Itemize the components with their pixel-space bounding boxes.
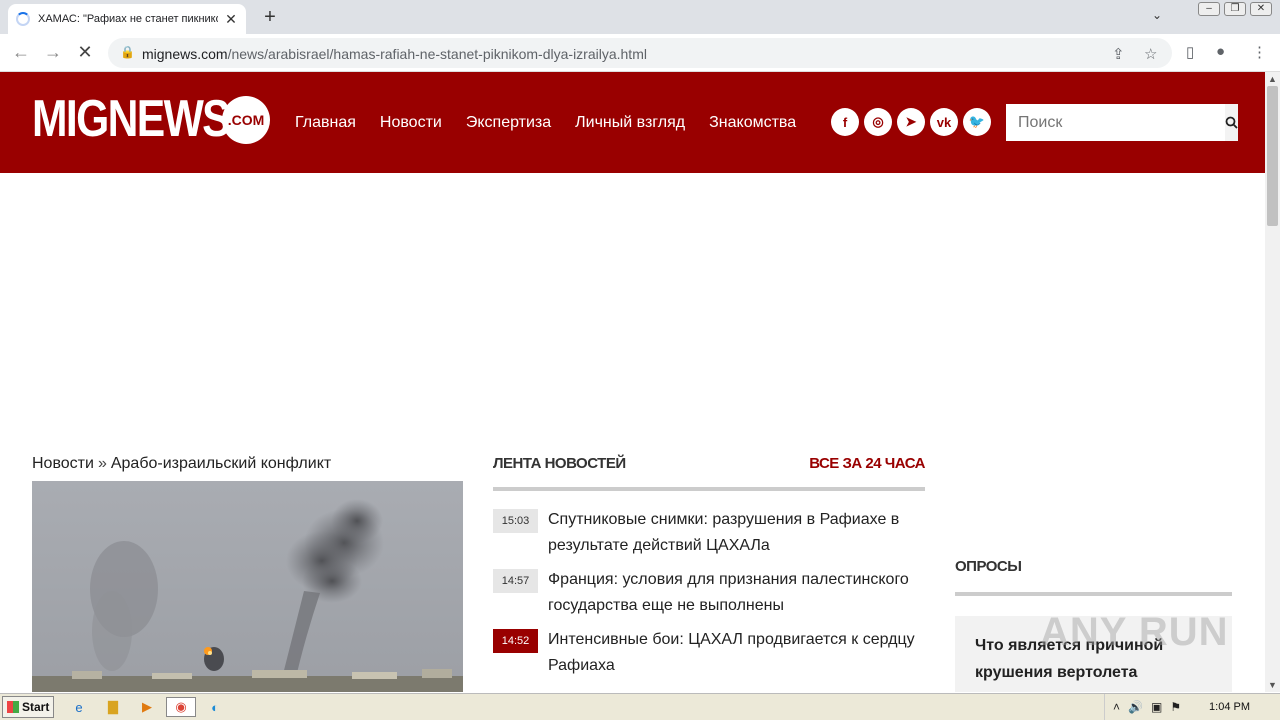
browser-toolbar: ← → ✕ 🔒 mignews.com/news/arabisrael/hama… xyxy=(0,34,1280,72)
url-text[interactable]: mignews.com/news/arabisrael/hamas-rafiah… xyxy=(142,46,647,62)
system-tray: ˄ 🔊 ▣ ⚑ xyxy=(1104,694,1280,720)
minimize-button[interactable]: – xyxy=(1198,2,1220,16)
scroll-down-arrow-icon[interactable]: ▼ xyxy=(1268,680,1277,690)
scrollbar-thumb[interactable] xyxy=(1267,86,1278,226)
ie-icon[interactable]: e xyxy=(68,697,90,717)
network-icon[interactable]: ▣ xyxy=(1151,700,1162,714)
side-panel-icon[interactable]: ▯ xyxy=(1186,43,1194,61)
menu-item-dating[interactable]: Знакомства xyxy=(709,114,796,132)
forward-arrow-icon[interactable]: → xyxy=(42,42,64,63)
close-tab-icon[interactable]: ✕ xyxy=(224,11,238,28)
page-scrollbar[interactable]: ▲ ▼ xyxy=(1265,72,1280,692)
polls-header: ОПРОСЫ xyxy=(955,558,1232,596)
menu-item-expertise[interactable]: Экспертиза xyxy=(466,114,551,132)
url-path: /news/arabisrael/hamas-rafiah-ne-stanet-… xyxy=(227,46,647,62)
tab-search-chevron-icon[interactable]: ⌄ xyxy=(1152,8,1162,22)
share-icon[interactable]: ⇪ xyxy=(1112,45,1125,63)
media-player-icon[interactable]: ▶ xyxy=(136,697,158,717)
restore-button[interactable]: ❐ xyxy=(1224,2,1246,16)
clock[interactable]: 1:04 PM xyxy=(1209,701,1250,713)
breadcrumb-news[interactable]: Новости xyxy=(32,455,94,472)
browser-tabstrip: ХАМАС: "Рафиах не станет пикникомдля Изр… xyxy=(0,0,1280,34)
menu-item-opinion[interactable]: Личный взгляд xyxy=(575,114,685,132)
close-window-button[interactable]: ✕ xyxy=(1250,2,1272,16)
feed-item-time: 14:57 xyxy=(493,569,538,593)
feed-item-headline[interactable]: Спутниковые снимки: разрушения в Рафиахе… xyxy=(548,507,923,559)
tab-title: ХАМАС: "Рафиах не станет пикникомдля Изр… xyxy=(38,13,218,25)
tray-expand-icon[interactable]: ˄ xyxy=(1113,700,1120,714)
folder-icon[interactable]: ▇ xyxy=(102,697,124,717)
site-logo[interactable]: MIGNEWS .COM xyxy=(32,90,272,148)
os-taskbar: Start e ▇ ▶ ◉ ◐ ˄ 🔊 ▣ ⚑ 1:04 PM xyxy=(0,693,1280,720)
site-header: MIGNEWS .COM Главная Новости Экспертиза … xyxy=(0,72,1265,173)
news-feed-title: ЛЕНТА НОВОСТЕЙ xyxy=(493,455,626,472)
vk-icon[interactable]: vk xyxy=(930,108,958,136)
menu-kebab-icon[interactable]: ⋮ xyxy=(1252,43,1267,61)
windows-flag-icon xyxy=(7,701,19,713)
breadcrumb: Новости» Арабо-израильский конфликт xyxy=(32,455,331,473)
new-tab-button[interactable]: + xyxy=(258,6,282,30)
feed-item-time: 14:52 xyxy=(493,629,538,653)
menu-item-home[interactable]: Главная xyxy=(295,114,356,132)
bookmark-star-icon[interactable]: ☆ xyxy=(1144,45,1157,63)
instagram-icon[interactable]: ◎ xyxy=(864,108,892,136)
search-icon xyxy=(1225,116,1238,129)
stop-loading-icon[interactable]: ✕ xyxy=(74,42,96,63)
back-arrow-icon[interactable]: ← xyxy=(10,42,32,63)
polls-title: ОПРОСЫ xyxy=(955,558,1022,575)
address-bar[interactable]: 🔒 mignews.com/news/arabisrael/hamas-rafi… xyxy=(108,38,1172,68)
loading-spinner-icon xyxy=(16,12,30,26)
breadcrumb-arab-israeli-conflict[interactable]: Арабо-израильский конфликт xyxy=(111,455,331,472)
all-24h-link[interactable]: ВСЕ ЗА 24 ЧАСА xyxy=(809,455,925,472)
site-search xyxy=(1006,104,1238,141)
facebook-icon[interactable]: f xyxy=(831,108,859,136)
scroll-up-arrow-icon[interactable]: ▲ xyxy=(1268,74,1277,84)
menu-item-news[interactable]: Новости xyxy=(380,114,442,132)
telegram-icon[interactable]: ➤ xyxy=(897,108,925,136)
profile-avatar-icon[interactable]: ● xyxy=(1216,43,1225,60)
twitter-icon[interactable]: 🐦 xyxy=(963,108,991,136)
search-button[interactable] xyxy=(1225,104,1238,141)
url-host: mignews.com xyxy=(142,46,228,62)
start-button[interactable]: Start xyxy=(2,696,54,718)
news-feed-header: ЛЕНТА НОВОСТЕЙ ВСЕ ЗА 24 ЧАСА xyxy=(493,455,925,491)
start-label: Start xyxy=(22,700,50,714)
browser-tab[interactable]: ХАМАС: "Рафиах не станет пикникомдля Изр… xyxy=(8,4,246,34)
volume-icon[interactable]: 🔊 xyxy=(1128,700,1143,714)
window-controls: – ❐ ✕ xyxy=(1198,2,1272,16)
feed-item-time: 15:03 xyxy=(493,509,538,533)
logo-text: MIGNEWS xyxy=(32,90,231,148)
breadcrumb-separator: » xyxy=(97,455,107,472)
feed-item-headline[interactable]: Франция: условия для признания палестинс… xyxy=(548,567,923,619)
chrome-icon[interactable]: ◉ xyxy=(166,697,196,717)
action-center-flag-icon[interactable]: ⚑ xyxy=(1170,700,1181,714)
anyrun-watermark: ANY RUN xyxy=(1040,610,1229,654)
logo-dotcom-badge: .COM xyxy=(222,96,270,144)
main-menu: Главная Новости Экспертиза Личный взгляд… xyxy=(295,114,796,132)
article-photo[interactable] xyxy=(32,481,463,692)
lock-icon[interactable]: 🔒 xyxy=(120,45,135,59)
social-links: f ◎ ➤ vk 🐦 xyxy=(831,108,991,136)
edge-icon[interactable]: ◐ xyxy=(204,697,226,717)
search-input[interactable] xyxy=(1006,104,1225,141)
feed-item-headline[interactable]: Интенсивные бои: ЦАХАЛ продвигается к се… xyxy=(548,627,923,679)
